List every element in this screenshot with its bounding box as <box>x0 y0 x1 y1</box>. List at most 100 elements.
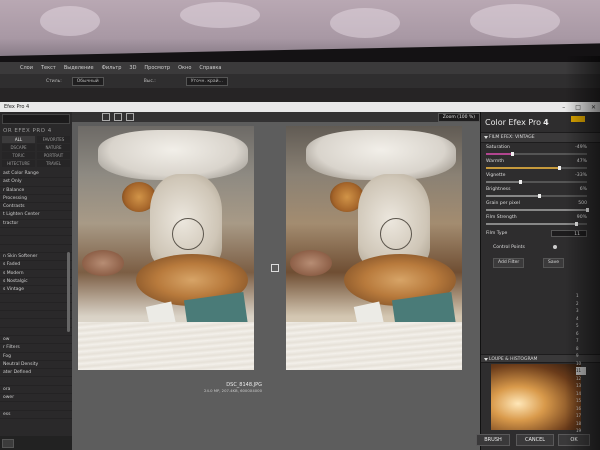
filter-list-item[interactable] <box>0 319 72 328</box>
filter-list-item[interactable]: ower <box>0 394 72 403</box>
slider-label: Film Strength <box>486 215 517 220</box>
filter-list-item[interactable]: ast Only <box>0 178 72 187</box>
filter-list-item[interactable] <box>0 245 72 253</box>
filter-list-item[interactable]: r Balance <box>0 187 72 195</box>
filter-list-item[interactable]: t Lighten Center <box>0 211 72 220</box>
menu-layers[interactable]: Слои <box>20 65 33 71</box>
compare-toggle-icon[interactable] <box>271 264 279 272</box>
category-tab[interactable]: PORTRAIT <box>37 152 70 159</box>
history-button[interactable] <box>2 439 14 448</box>
slider-handle[interactable] <box>558 165 562 170</box>
wall-pattern <box>40 6 100 36</box>
filter-list-item[interactable]: tractor <box>0 220 72 229</box>
filter-list-item[interactable]: ora <box>0 386 72 395</box>
filter-list-item[interactable]: s Modern <box>0 270 72 278</box>
menu-help[interactable]: Справка <box>199 65 221 71</box>
side-by-side-icon[interactable] <box>126 113 134 121</box>
slider-handle[interactable] <box>510 151 514 156</box>
menu-3d[interactable]: 3D <box>129 65 136 71</box>
photoshop-options-bar: Стиль: Обычный Выс.: Уточн. край... <box>0 74 600 88</box>
before-image[interactable] <box>78 126 254 370</box>
slider-fill <box>486 153 513 155</box>
collapse-triangle-icon <box>484 358 488 361</box>
filter-list-item[interactable]: Fog <box>0 353 72 361</box>
menu-select[interactable]: Выделение <box>64 65 94 71</box>
slider-label: Grain per pixel <box>486 201 520 206</box>
color-efex-window: Efex Pro 4 – □ ✕ OR EFEX PRO 4 ALLFAVORI… <box>0 102 600 450</box>
menu-filter[interactable]: Фильтр <box>102 65 122 71</box>
slider-label: Saturation <box>486 145 510 150</box>
category-tab[interactable]: TORIC <box>2 152 35 159</box>
menu-type[interactable]: Текст <box>41 65 56 71</box>
filter-list-scrollbar[interactable] <box>67 252 70 332</box>
film-type-label: Film Type <box>486 231 508 236</box>
filter-browser-panel: OR EFEX PRO 4 ALL FAVORITES DSCAPE NATURE TO… <box>0 112 73 450</box>
filter-list-item[interactable] <box>0 303 72 312</box>
filter-list-item[interactable] <box>0 311 72 320</box>
filter-list-item[interactable]: Contrasts <box>0 203 72 212</box>
photo-rug <box>78 322 254 370</box>
category-tab[interactable]: ALL <box>2 136 35 143</box>
collapse-triangle-icon <box>484 136 488 139</box>
filter-list-item[interactable]: r Filters <box>0 344 72 353</box>
category-tab[interactable]: FAVORITES <box>37 136 70 143</box>
single-view-icon[interactable] <box>102 113 110 121</box>
filter-list-item[interactable]: s Vintage <box>0 286 72 295</box>
filter-section-title: FILM EFEX: VINTAGE <box>489 135 535 140</box>
wall-pattern <box>470 4 560 38</box>
filter-list-item[interactable] <box>0 228 72 237</box>
photoshop-menubar: Слои Текст Выделение Фильтр 3D Просмотр … <box>0 62 600 74</box>
control-point-icon[interactable] <box>553 245 557 249</box>
filter-list: ast Color Range ast Only r Balance Processi… <box>0 170 72 419</box>
filter-list-item[interactable] <box>0 328 72 336</box>
window-titlebar: Efex Pro 4 – □ ✕ <box>0 102 600 112</box>
menu-window[interactable]: Окно <box>178 65 191 71</box>
filter-list-item[interactable]: Processing <box>0 195 72 204</box>
filter-list-item[interactable]: s Faded <box>0 261 72 270</box>
photo-basket <box>290 250 332 276</box>
photo-cushion <box>306 130 456 180</box>
filter-list-item[interactable] <box>0 402 72 411</box>
panel-title: OR EFEX PRO 4 <box>3 128 52 134</box>
filter-list-item[interactable]: ater Defined <box>0 369 72 378</box>
monitor-screen: Слои Текст Выделение Фильтр 3D Просмотр … <box>0 62 600 450</box>
zoom-select[interactable]: Zoom (100 %) <box>437 113 480 122</box>
filter-search-input[interactable] <box>2 114 70 124</box>
brush-button[interactable]: BRUSH <box>476 434 510 446</box>
cancel-button[interactable]: CANCEL <box>516 434 554 446</box>
filter-list-item[interactable]: Neutral Density <box>0 361 72 370</box>
left-panel-footer <box>0 436 72 450</box>
style-select[interactable]: Обычный <box>71 76 104 86</box>
refine-edge-button[interactable]: Уточн. край... <box>185 76 228 86</box>
filter-list-item[interactable]: ast Color Range <box>0 170 72 179</box>
add-filter-button[interactable]: Add Filter <box>493 258 525 268</box>
photo-bag-stamp <box>172 218 204 250</box>
filter-list-item[interactable]: n Skin Softener <box>0 253 72 262</box>
after-image[interactable] <box>286 126 462 370</box>
save-button[interactable]: Save <box>543 258 565 268</box>
category-tab[interactable]: TRAVEL <box>37 160 70 167</box>
split-view-icon[interactable] <box>114 113 122 121</box>
slider-label: Warmth <box>486 159 505 164</box>
filter-list-item[interactable] <box>0 236 72 245</box>
preview-toolbar: Zoom (100 %) <box>72 112 510 122</box>
category-tab[interactable]: DSCAPE <box>2 144 35 151</box>
menu-view[interactable]: Просмотр <box>144 65 170 71</box>
preview-area: Zoom (100 %) DSC_8148.JPG 24.0 MP, 207.4… <box>72 112 510 450</box>
filter-list-item[interactable]: ow <box>0 336 72 345</box>
category-tab[interactable]: NATURE <box>37 144 70 151</box>
slider-label: Vignette <box>486 173 506 178</box>
slider-fill <box>486 223 577 225</box>
filter-list-item[interactable] <box>0 294 72 303</box>
height-label: Выс.: <box>143 78 156 84</box>
photo-rug <box>286 322 462 370</box>
style-label: Стиль: <box>46 78 62 84</box>
category-tab[interactable]: HITECTURE <box>2 160 35 167</box>
filter-list-item[interactable]: ess <box>0 411 72 419</box>
filter-list-item[interactable]: s Nostalgic <box>0 278 72 287</box>
filter-list-item[interactable] <box>0 377 72 386</box>
slider-handle[interactable] <box>518 179 522 184</box>
slider-handle[interactable] <box>538 193 542 198</box>
wall-pattern <box>330 8 400 38</box>
slider-fill <box>486 181 521 183</box>
